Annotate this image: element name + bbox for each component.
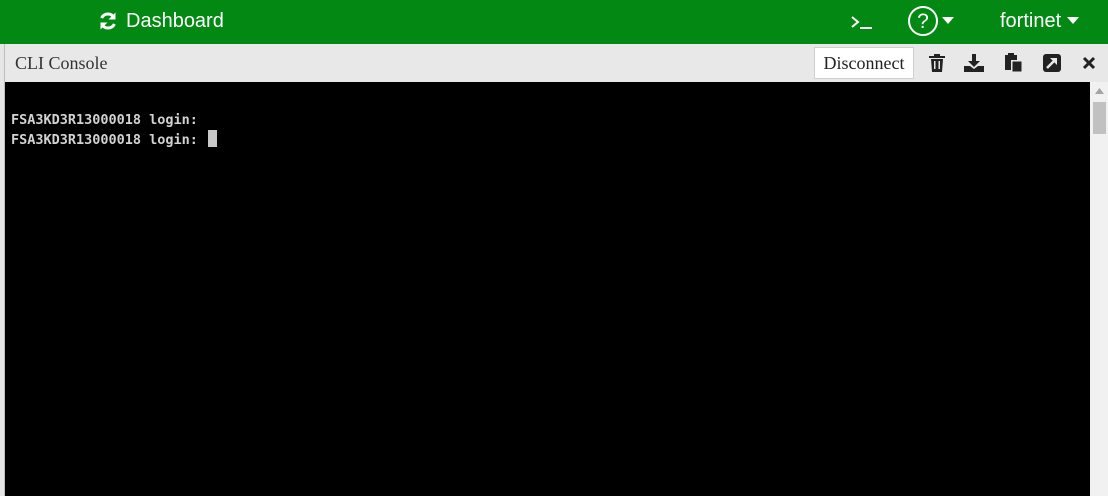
detach-window-button[interactable] — [1041, 52, 1063, 74]
download-icon — [964, 54, 984, 72]
clipboard-icon — [1005, 53, 1023, 73]
terminal-icon — [851, 16, 872, 29]
download-button[interactable] — [963, 52, 985, 74]
terminal-output[interactable]: FSA3KD3R13000018 login: FSA3KD3R13000018… — [5, 82, 1090, 496]
top-bar: Dashboard ? fortinet — [0, 0, 1108, 44]
help-menu-button[interactable]: ? — [908, 5, 954, 37]
cli-console-panel: CLI Console Disconnect FSA3KD3R13000018 … — [4, 44, 1108, 496]
user-menu-button[interactable]: fortinet — [1000, 7, 1080, 35]
terminal-prompt: FSA3KD3R13000018 login: — [11, 132, 207, 148]
dashboard-label: Dashboard — [126, 9, 224, 32]
panel-title: CLI Console — [15, 53, 108, 73]
chevron-down-icon — [942, 17, 954, 24]
disconnect-button[interactable]: Disconnect — [814, 47, 914, 79]
user-name: fortinet — [1000, 9, 1062, 32]
help-icon: ? — [908, 6, 938, 36]
close-console-button[interactable] — [1078, 52, 1100, 74]
arrow-up-icon — [1095, 88, 1104, 94]
scrollbar-thumb[interactable] — [1093, 102, 1106, 134]
cli-console-button[interactable] — [848, 8, 876, 36]
clear-console-button[interactable] — [926, 52, 948, 74]
terminal-cursor — [208, 130, 218, 147]
close-icon — [1082, 56, 1096, 70]
terminal-line: FSA3KD3R13000018 login: — [11, 112, 198, 128]
scroll-up-button[interactable] — [1090, 82, 1108, 100]
chevron-down-icon — [1067, 17, 1080, 24]
vertical-scrollbar[interactable] — [1090, 82, 1108, 496]
terminal-line-current: FSA3KD3R13000018 login: — [11, 130, 1090, 150]
refresh-icon — [100, 12, 116, 30]
expand-icon — [1043, 54, 1061, 72]
trash-icon — [929, 54, 945, 72]
dashboard-button[interactable]: Dashboard — [98, 7, 224, 35]
panel-header: CLI Console Disconnect — [5, 44, 1108, 82]
copy-button[interactable] — [1003, 52, 1025, 74]
